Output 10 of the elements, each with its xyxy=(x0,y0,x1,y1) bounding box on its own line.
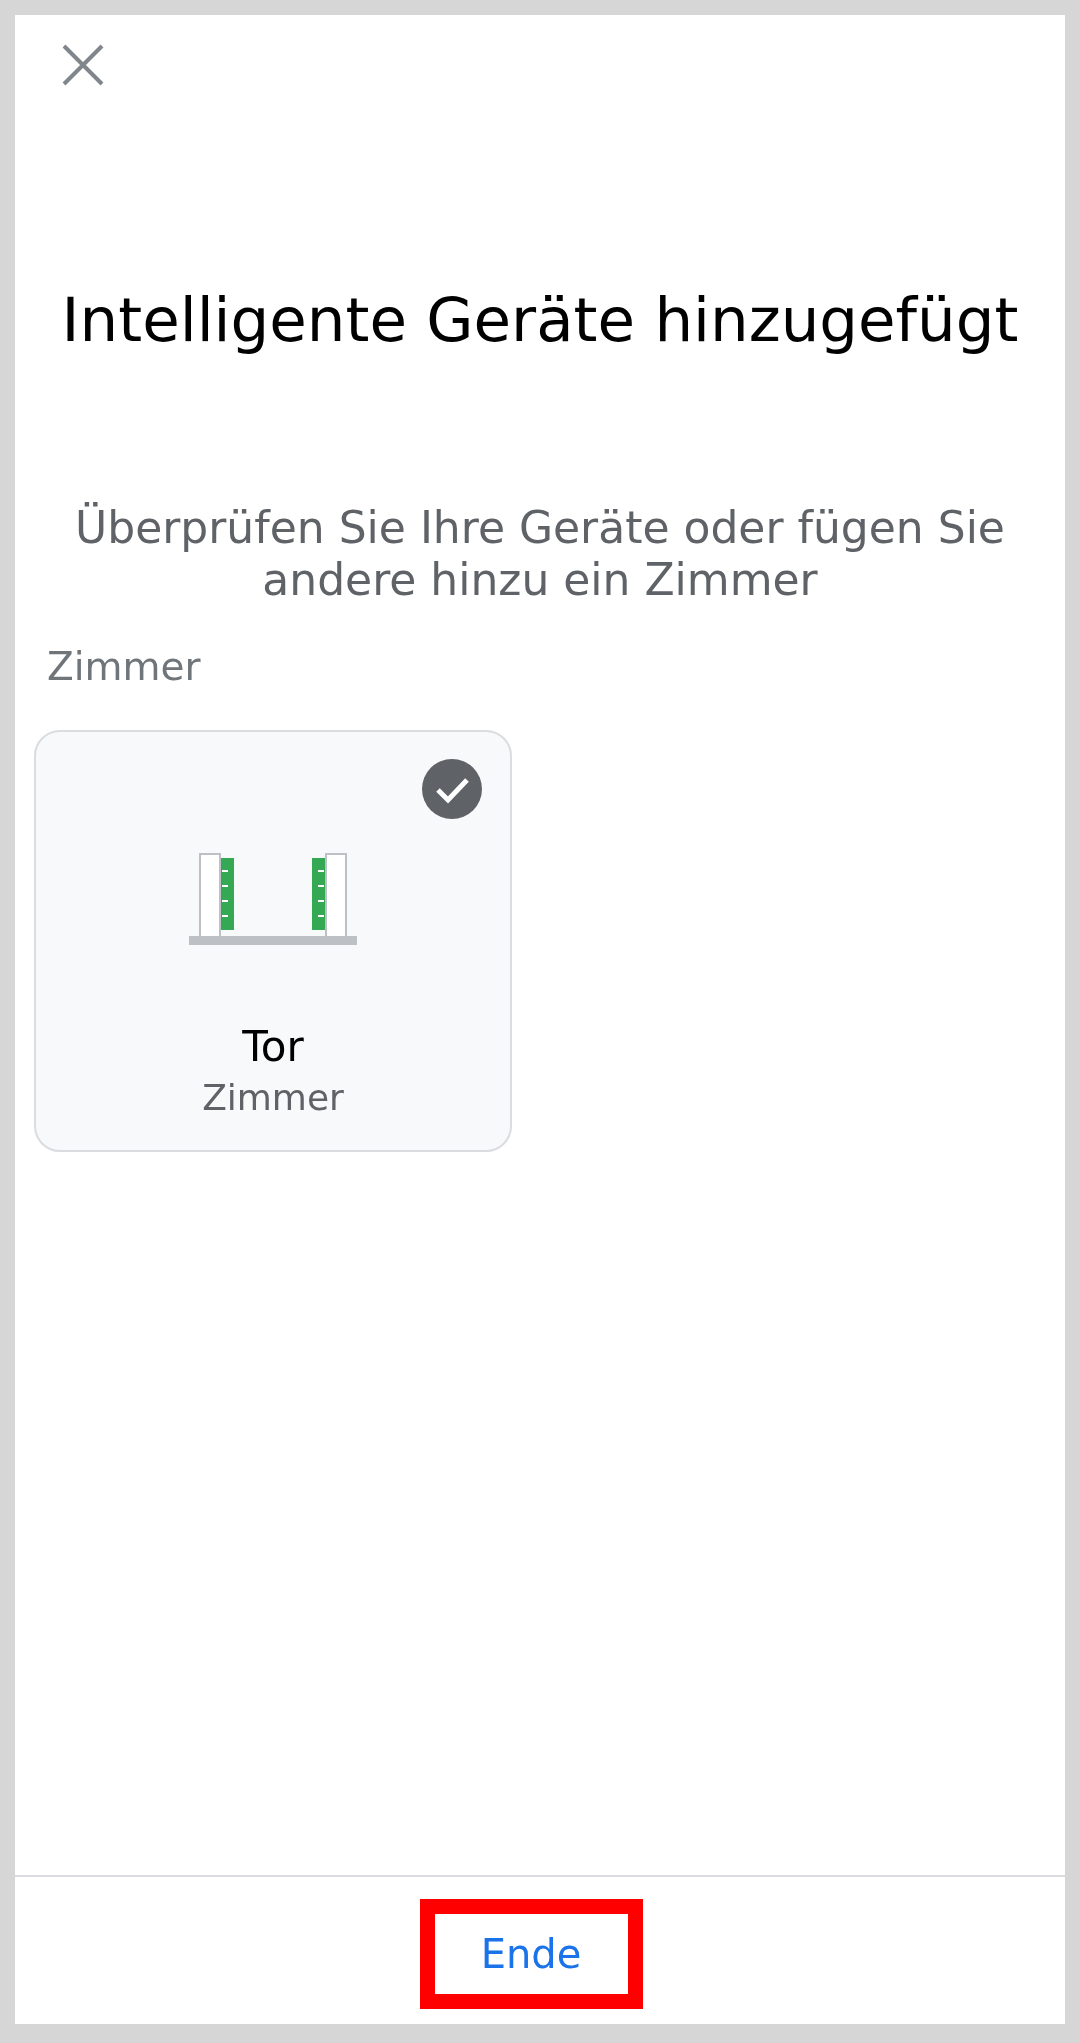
gate-icon xyxy=(189,852,357,945)
check-icon xyxy=(422,759,482,819)
subtitle-text: Überprüfen Sie Ihre Geräte oder fügen Sie andere hinzu ein Zimmer xyxy=(74,502,1006,606)
device-name: Tor xyxy=(242,1022,304,1072)
device-card[interactable]: Tor Zimmer xyxy=(34,730,512,1152)
page-title: Intelligente Geräte hinzugefügt xyxy=(60,286,1020,353)
section-label: Zimmer xyxy=(47,643,201,691)
done-button[interactable]: Ende xyxy=(419,1899,643,2009)
close-icon xyxy=(62,44,104,86)
device-room: Zimmer xyxy=(202,1076,344,1120)
